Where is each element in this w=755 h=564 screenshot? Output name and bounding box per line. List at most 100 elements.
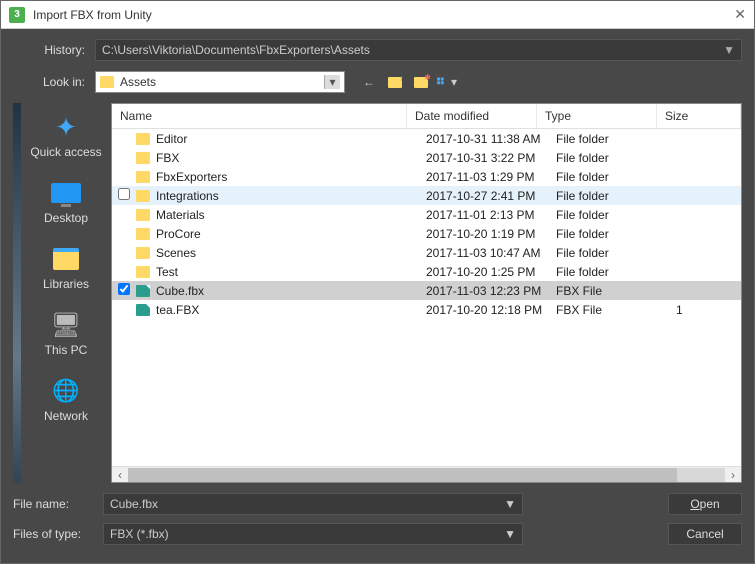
file-name: Editor (156, 132, 426, 146)
folder-icon (136, 152, 150, 164)
libraries-icon (53, 248, 79, 270)
horizontal-scrollbar[interactable]: ‹ › (112, 466, 741, 482)
chevron-down-icon: ▼ (504, 527, 516, 541)
main-area: ✦ Quick access Desktop Libraries 🖥 This … (13, 103, 742, 483)
lookin-dropdown[interactable]: Assets ▾ (95, 71, 345, 93)
file-type: File folder (556, 208, 676, 222)
lookin-value: Assets (120, 75, 320, 89)
views-icon (437, 76, 449, 88)
file-row[interactable]: ProCore2017-10-20 1:19 PMFile folder (112, 224, 741, 243)
open-button[interactable]: Open (668, 493, 742, 515)
file-type: File folder (556, 227, 676, 241)
file-name: Materials (156, 208, 426, 222)
chevron-down-icon: ▼ (504, 497, 516, 511)
chevron-down-icon: ▾ (451, 75, 457, 89)
place-quick-access[interactable]: ✦ Quick access (27, 109, 105, 163)
file-row[interactable]: Integrations2017-10-27 2:41 PMFile folde… (112, 186, 741, 205)
history-dropdown[interactable]: C:\Users\Viktoria\Documents\FbxExporters… (95, 39, 742, 61)
file-row[interactable]: Test2017-10-20 1:25 PMFile folder (112, 262, 741, 281)
nav-icons: ← ▾ (359, 73, 457, 91)
history-label: History: (13, 43, 95, 57)
filename-input[interactable]: Cube.fbx ▼ (103, 493, 523, 515)
filetype-dropdown[interactable]: FBX (*.fbx) ▼ (103, 523, 523, 545)
file-list-pane: Name Date modified Type Size Editor2017-… (111, 103, 742, 483)
column-date[interactable]: Date modified (407, 104, 537, 128)
column-name[interactable]: Name (112, 104, 407, 128)
file-type: FBX File (556, 303, 676, 317)
place-label: Network (44, 409, 88, 423)
file-name: FBX (156, 151, 426, 165)
window-title: Import FBX from Unity (33, 8, 716, 22)
place-this-pc[interactable]: 🖥 This PC (27, 307, 105, 361)
network-icon: 🌐 (52, 378, 79, 404)
file-date: 2017-11-03 10:47 AM (426, 246, 556, 260)
file-type: FBX File (556, 284, 676, 298)
place-libraries[interactable]: Libraries (27, 241, 105, 295)
folder-icon (136, 171, 150, 183)
history-row: History: C:\Users\Viktoria\Documents\Fbx… (13, 39, 742, 61)
dialog-body: History: C:\Users\Viktoria\Documents\Fbx… (1, 29, 754, 563)
file-name: tea.FBX (156, 303, 426, 317)
titlebar: 3 Import FBX from Unity ✕ (1, 1, 754, 29)
fbx-file-icon (136, 285, 150, 297)
app-icon: 3 (9, 7, 25, 23)
file-date: 2017-10-20 1:25 PM (426, 265, 556, 279)
scroll-thumb[interactable] (128, 468, 677, 482)
folder-icon (100, 76, 114, 88)
file-date: 2017-10-20 1:19 PM (426, 227, 556, 241)
scroll-left-icon[interactable]: ‹ (112, 468, 128, 482)
file-type: File folder (556, 246, 676, 260)
close-icon[interactable]: ✕ (716, 6, 746, 23)
scroll-right-icon[interactable]: › (725, 468, 741, 482)
file-row[interactable]: tea.FBX2017-10-20 12:18 PMFBX File1 (112, 300, 741, 319)
side-thumbnail-strip (13, 103, 21, 483)
file-size: 1 (676, 303, 741, 317)
row-checkbox[interactable] (118, 188, 132, 203)
folder-new-icon (414, 77, 428, 88)
back-button[interactable]: ← (359, 73, 379, 91)
views-button[interactable]: ▾ (437, 73, 457, 91)
footer: File name: Cube.fbx ▼ Open Files of type… (13, 483, 742, 553)
file-type: File folder (556, 151, 676, 165)
filetype-row: Files of type: FBX (*.fbx) ▼ Cancel (13, 523, 742, 545)
file-type: File folder (556, 189, 676, 203)
places-bar: ✦ Quick access Desktop Libraries 🖥 This … (27, 103, 105, 483)
scroll-track[interactable] (128, 468, 725, 482)
folder-icon (136, 266, 150, 278)
place-desktop[interactable]: Desktop (27, 175, 105, 229)
filename-row: File name: Cube.fbx ▼ Open (13, 493, 742, 515)
history-value: C:\Users\Viktoria\Documents\FbxExporters… (102, 43, 370, 57)
place-label: This PC (45, 343, 88, 357)
file-row[interactable]: Scenes2017-11-03 10:47 AMFile folder (112, 243, 741, 262)
folder-icon (136, 228, 150, 240)
column-size[interactable]: Size (657, 104, 741, 128)
up-folder-button[interactable] (385, 73, 405, 91)
column-headers: Name Date modified Type Size (112, 104, 741, 129)
row-checkbox[interactable] (118, 283, 132, 298)
file-row[interactable]: Materials2017-11-01 2:13 PMFile folder (112, 205, 741, 224)
cancel-button[interactable]: Cancel (668, 523, 742, 545)
file-row[interactable]: FBX2017-10-31 3:22 PMFile folder (112, 148, 741, 167)
folder-up-icon (388, 77, 402, 88)
file-date: 2017-10-20 12:18 PM (426, 303, 556, 317)
file-name: Test (156, 265, 426, 279)
file-name: Cube.fbx (156, 284, 426, 298)
fbx-file-icon (136, 304, 150, 316)
filename-label: File name: (13, 497, 103, 511)
lookin-row: Look in: Assets ▾ ← ▾ (13, 71, 742, 93)
file-type: File folder (556, 170, 676, 184)
import-dialog: 3 Import FBX from Unity ✕ History: C:\Us… (0, 0, 755, 564)
new-folder-button[interactable] (411, 73, 431, 91)
file-date: 2017-11-01 2:13 PM (426, 208, 556, 222)
star-icon: ✦ (55, 112, 77, 143)
monitor-icon (51, 183, 81, 203)
chevron-down-icon: ▾ (324, 75, 340, 89)
file-name: Scenes (156, 246, 426, 260)
file-type: File folder (556, 132, 676, 146)
file-row[interactable]: Editor2017-10-31 11:38 AMFile folder (112, 129, 741, 148)
file-row[interactable]: FbxExporters2017-11-03 1:29 PMFile folde… (112, 167, 741, 186)
file-row[interactable]: Cube.fbx2017-11-03 12:23 PMFBX File (112, 281, 741, 300)
place-network[interactable]: 🌐 Network (27, 373, 105, 427)
column-type[interactable]: Type (537, 104, 657, 128)
place-label: Libraries (43, 277, 89, 291)
